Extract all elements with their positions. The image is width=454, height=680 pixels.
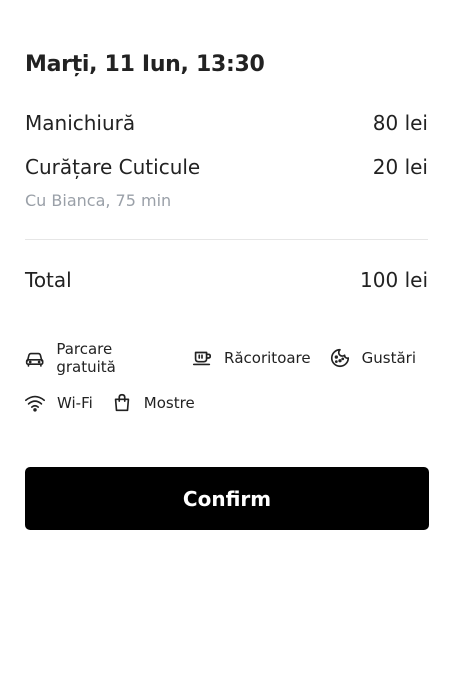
- amenities-list: Parcare gratuită Răcoritoare Gustări Wi-…: [24, 340, 434, 436]
- divider: [25, 239, 428, 240]
- amenity-samples: Mostre: [111, 392, 195, 414]
- service-name: Curățare Cuticule: [25, 155, 201, 179]
- bag-icon: [114, 393, 130, 412]
- amenity-drinks: Răcoritoare: [191, 347, 311, 369]
- total-value: 100 lei: [360, 268, 428, 292]
- car-icon: [25, 352, 44, 367]
- amenity-label: Parcare gratuită: [56, 340, 116, 376]
- total-label: Total: [25, 268, 72, 292]
- service-price: 80 lei: [372, 111, 428, 135]
- service-price: 20 lei: [372, 155, 428, 179]
- amenity-label: Răcoritoare: [223, 349, 311, 367]
- amenity-snacks: Gustări: [329, 347, 416, 369]
- confirm-button[interactable]: Confirm: [25, 467, 429, 530]
- total-row: Total 100 lei: [25, 268, 428, 292]
- amenity-label: Gustări: [361, 349, 416, 367]
- booking-date: Marți, 11 Iun, 13:30: [25, 52, 265, 77]
- amenity-parking: Parcare gratuită: [24, 340, 173, 376]
- amenity-label: Wi-Fi: [57, 394, 93, 412]
- amenity-wifi: Wi-Fi: [24, 392, 93, 414]
- service-row: Manichiură 80 lei: [25, 111, 428, 135]
- service-name: Manichiură: [25, 111, 136, 135]
- drink-icon: [192, 351, 212, 366]
- amenity-label: Mostre: [143, 394, 195, 412]
- service-row: Curățare Cuticule 20 lei: [25, 155, 428, 179]
- cookie-icon: [330, 348, 349, 368]
- specialist-duration: Cu Bianca, 75 min: [25, 191, 172, 210]
- wifi-icon: [25, 395, 45, 412]
